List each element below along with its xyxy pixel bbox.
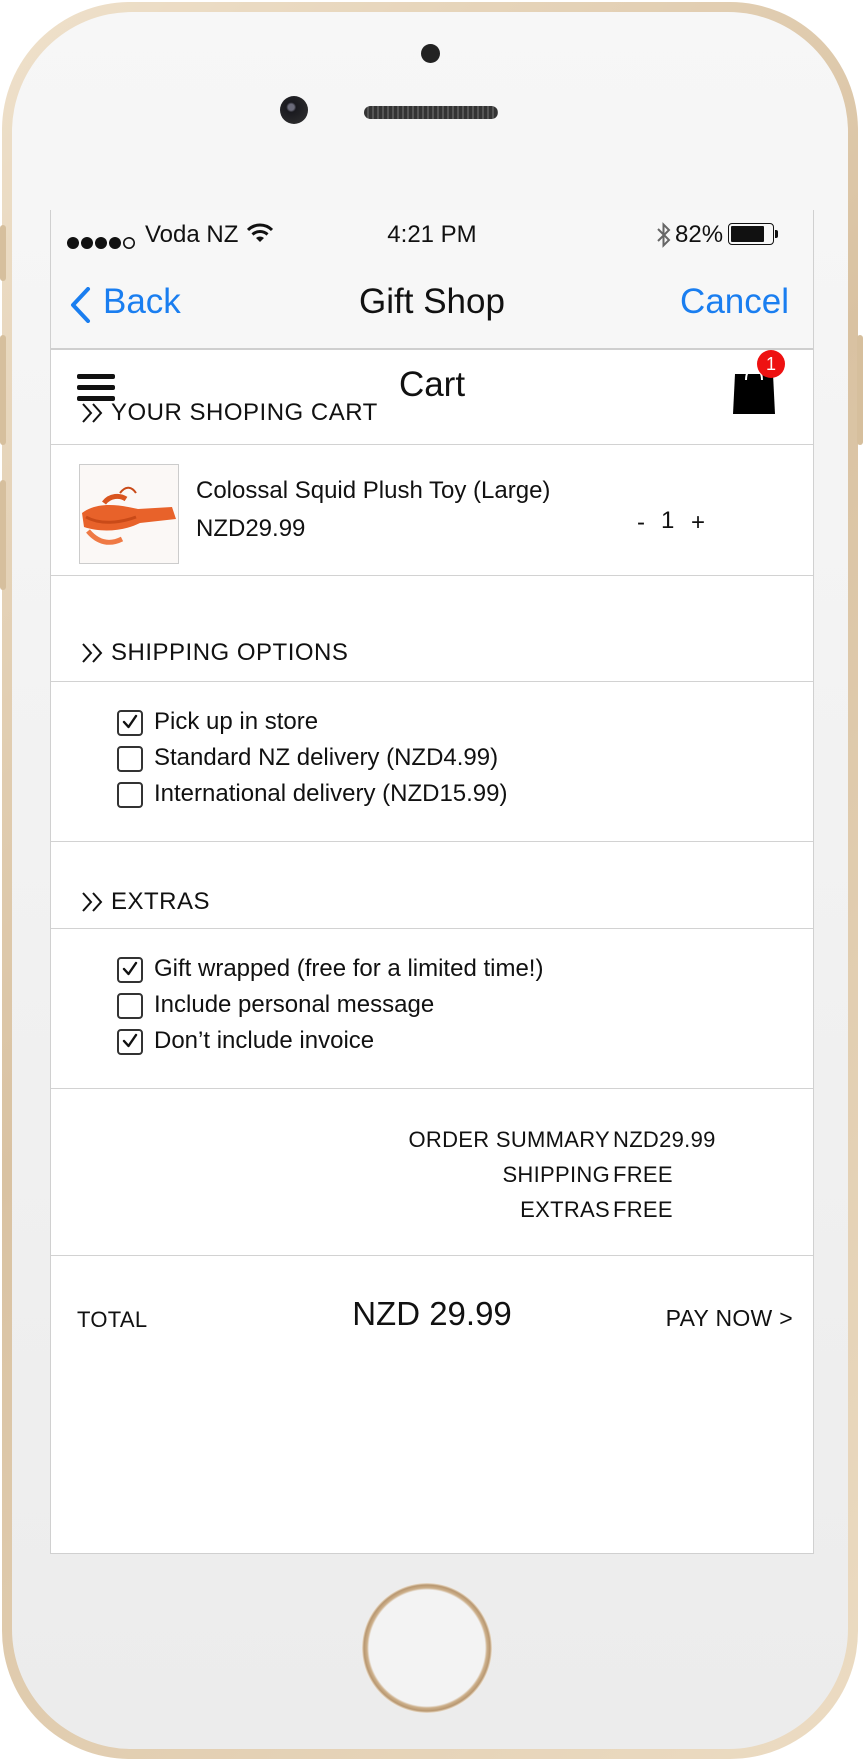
quantity-increase-button[interactable]: +	[691, 509, 705, 537]
divider	[51, 1255, 813, 1256]
cart-section-title: YOUR SHOPING CART	[111, 399, 378, 426]
shipping-option-label: Standard NZ delivery (NZD4.99)	[154, 744, 499, 771]
checkbox-checked[interactable]	[117, 710, 143, 736]
proximity-sensor	[421, 44, 440, 63]
shipping-option[interactable]: Pick up in store	[117, 708, 717, 738]
shopping-bag-button[interactable]: 1	[727, 350, 787, 420]
shipping-section-title: SHIPPING OPTIONS	[111, 639, 349, 666]
cart-count-badge: 1	[757, 350, 785, 378]
extras-option[interactable]: Gift wrapped (free for a limited time!)	[117, 955, 717, 985]
double-chevron-icon	[81, 642, 105, 664]
checkbox-unchecked[interactable]	[117, 782, 143, 808]
status-bar: Voda NZ 4:21 PM 82%	[51, 210, 813, 260]
summary-label: EXTRAS	[520, 1197, 610, 1222]
product-thumbnail[interactable]	[79, 464, 179, 564]
checkbox-checked[interactable]	[117, 957, 143, 983]
extras-section-title: EXTRAS	[111, 888, 211, 915]
checkbox-checked[interactable]	[117, 1029, 143, 1055]
divider	[51, 1088, 813, 1089]
divider	[51, 841, 813, 842]
quantity-value: 1	[661, 507, 675, 534]
checkbox-unchecked[interactable]	[117, 993, 143, 1019]
shipping-option[interactable]: Standard NZ delivery (NZD4.99)	[117, 744, 717, 774]
extras-option[interactable]: Don’t include invoice	[117, 1027, 717, 1057]
cart-item-row: Colossal Squid Plush Toy (Large) NZD29.9…	[51, 445, 813, 575]
divider	[51, 681, 813, 682]
summary-value: FREE	[613, 1162, 673, 1187]
home-button[interactable]	[362, 1583, 492, 1713]
volume-up-button	[0, 335, 6, 445]
pay-now-button[interactable]: PAY NOW >	[666, 1305, 793, 1332]
summary-label: SHIPPING	[502, 1162, 610, 1187]
mute-switch	[0, 225, 6, 281]
battery-percent: 82%	[675, 221, 724, 248]
extras-option[interactable]: Include personal message	[117, 991, 717, 1021]
cancel-button[interactable]: Cancel	[680, 282, 789, 322]
extras-option-label: Gift wrapped (free for a limited time!)	[154, 955, 544, 982]
front-camera	[280, 96, 308, 124]
extras-option-label: Don’t include invoice	[154, 1027, 375, 1054]
checkmark-icon	[122, 714, 138, 729]
summary-value: NZD29.99	[613, 1127, 716, 1152]
double-chevron-icon	[81, 402, 105, 424]
double-chevron-icon	[81, 891, 105, 913]
bluetooth-icon	[656, 221, 672, 249]
summary-value: FREE	[613, 1197, 673, 1222]
summary-label: ORDER SUMMARY	[408, 1127, 610, 1152]
checkmark-icon	[122, 961, 138, 976]
navigation-bar: Back Gift Shop Cancel	[51, 260, 813, 350]
earpiece-speaker	[364, 106, 498, 119]
battery-icon	[728, 223, 780, 247]
volume-down-button	[0, 480, 6, 590]
extras-option-label: Include personal message	[154, 991, 435, 1018]
shipping-option[interactable]: International delivery (NZD15.99)	[117, 780, 717, 810]
shipping-option-label: Pick up in store	[154, 708, 319, 735]
cart-count: 1	[765, 354, 776, 374]
power-button	[857, 335, 863, 445]
quantity-decrease-button[interactable]: -	[637, 509, 645, 537]
divider	[51, 575, 813, 576]
checkmark-icon	[122, 1033, 138, 1048]
product-name[interactable]: Colossal Squid Plush Toy (Large)	[196, 477, 550, 505]
checkbox-unchecked[interactable]	[117, 746, 143, 772]
shipping-option-label: International delivery (NZD15.99)	[154, 780, 508, 807]
divider	[51, 928, 813, 929]
product-price: NZD29.99	[196, 515, 306, 542]
screen: Voda NZ 4:21 PM 82% Back Gift Shop Cance…	[50, 210, 814, 1554]
